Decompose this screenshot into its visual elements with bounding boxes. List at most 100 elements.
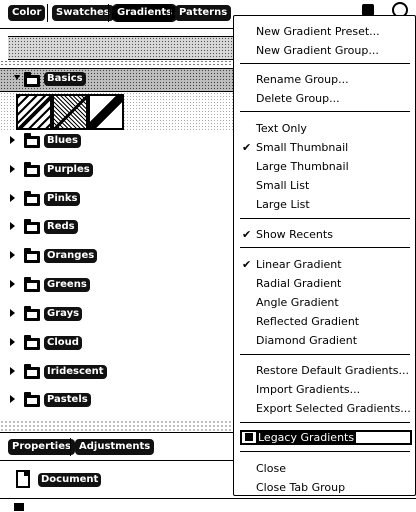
checkmark-icon: ✔ xyxy=(242,141,252,154)
checkmark-icon: ✔ xyxy=(242,258,252,271)
chevron-right-icon[interactable] xyxy=(10,280,15,288)
panel-tab-bar: Color Swatches Gradients Patterns xyxy=(0,0,240,29)
chevron-right-icon[interactable] xyxy=(10,395,15,403)
menu-item-diamond-gradient[interactable]: Diamond Gradient xyxy=(234,331,415,350)
chevron-right-icon[interactable] xyxy=(10,222,15,230)
folder-icon xyxy=(24,248,40,263)
group-row-oranges[interactable]: Oranges xyxy=(0,245,240,267)
menu-item-restore-default[interactable]: Restore Default Gradients... xyxy=(234,361,415,380)
gradient-swatch[interactable] xyxy=(16,94,52,130)
chevron-right-icon[interactable] xyxy=(10,309,15,317)
menu-item-rename-group[interactable]: Rename Group... xyxy=(234,70,415,89)
group-row-blues[interactable]: Blues xyxy=(0,130,240,152)
group-label: Purples xyxy=(44,163,93,177)
menu-item-radial-gradient[interactable]: Radial Gradient xyxy=(234,274,415,293)
group-row-pinks[interactable]: Pinks xyxy=(0,188,240,210)
menu-item-large-thumbnail[interactable]: Large Thumbnail xyxy=(234,157,415,176)
menu-item-delete-group[interactable]: Delete Group... xyxy=(234,89,415,108)
gradient-preview-strip[interactable] xyxy=(8,36,240,60)
menu-separator xyxy=(240,354,410,355)
menu-item-small-thumbnail[interactable]: ✔ Small Thumbnail xyxy=(234,138,415,157)
group-label: Oranges xyxy=(44,249,98,263)
tab-swatches[interactable]: Swatches xyxy=(52,5,114,21)
chevron-right-icon[interactable] xyxy=(10,165,15,173)
folder-icon xyxy=(24,72,40,87)
menu-item-show-recents[interactable]: ✔ Show Recents xyxy=(234,225,415,244)
group-label: Reds xyxy=(44,220,78,234)
chevron-right-icon[interactable] xyxy=(10,136,15,144)
group-label: Blues xyxy=(44,134,81,148)
group-label: Pinks xyxy=(44,192,81,206)
menu-item-linear-gradient[interactable]: ✔ Linear Gradient xyxy=(234,255,415,274)
group-label: Grays xyxy=(44,307,83,321)
group-row-cloud[interactable]: Cloud xyxy=(0,332,240,354)
menu-item-small-list[interactable]: Small List xyxy=(234,176,415,195)
chevron-right-icon[interactable] xyxy=(10,251,15,259)
folder-icon xyxy=(24,219,40,234)
folder-icon xyxy=(24,277,40,292)
folder-icon xyxy=(24,191,40,206)
group-row-reds[interactable]: Reds xyxy=(0,216,240,238)
chevron-right-icon[interactable] xyxy=(10,194,15,202)
tab-properties[interactable]: Properties xyxy=(8,439,75,455)
menu-separator xyxy=(240,111,410,112)
document-label: Document xyxy=(38,473,102,487)
tab-divider xyxy=(108,4,109,22)
folder-icon xyxy=(14,503,24,511)
tab-gradients[interactable]: Gradients xyxy=(111,4,178,22)
menu-item-large-list[interactable]: Large List xyxy=(234,195,415,214)
gradient-thumbnails xyxy=(16,94,124,130)
document-icon xyxy=(16,470,30,488)
group-label: Greens xyxy=(44,278,90,292)
group-label: Iridescent xyxy=(44,365,107,379)
group-row-purples[interactable]: Purples xyxy=(0,159,240,181)
group-row-iridescent[interactable]: Iridescent xyxy=(0,361,240,383)
tab-divider xyxy=(70,438,71,456)
folder-icon xyxy=(24,306,40,321)
chevron-down-icon[interactable] xyxy=(14,75,20,80)
menu-item-export-selected[interactable]: Export Selected Gradients... xyxy=(234,399,415,418)
tab-divider xyxy=(170,4,171,22)
folder-icon xyxy=(24,392,40,407)
divider-dots xyxy=(0,60,240,66)
tab-patterns[interactable]: Patterns xyxy=(175,5,232,21)
gradients-panel: Color Swatches Gradients Patterns Basics… xyxy=(0,0,240,511)
menu-separator xyxy=(240,247,410,248)
chevron-right-icon[interactable] xyxy=(10,338,15,346)
group-row-grays[interactable]: Grays xyxy=(0,303,240,325)
group-row-basics[interactable]: Basics xyxy=(0,68,240,92)
folder-icon xyxy=(24,364,40,379)
gradient-swatch[interactable] xyxy=(52,94,88,130)
gradients-panel-menu: New Gradient Preset... New Gradient Grou… xyxy=(233,15,416,496)
menu-separator xyxy=(240,218,410,219)
group-label: Cloud xyxy=(44,336,82,350)
menu-item-close[interactable]: Close xyxy=(234,459,415,478)
tab-divider xyxy=(47,4,48,22)
menu-item-text-only[interactable]: Text Only xyxy=(234,119,415,138)
chevron-right-icon[interactable] xyxy=(10,367,15,375)
folder-icon xyxy=(24,133,40,148)
folder-icon xyxy=(24,335,40,350)
group-row-greens[interactable]: Greens xyxy=(0,274,240,296)
menu-item-angle-gradient[interactable]: Angle Gradient xyxy=(234,293,415,312)
tab-color[interactable]: Color xyxy=(8,5,46,21)
menu-separator xyxy=(240,422,410,423)
gradient-swatch[interactable] xyxy=(88,94,124,130)
menu-item-new-gradient-group[interactable]: New Gradient Group... xyxy=(234,41,415,60)
group-label-basics: Basics xyxy=(44,72,86,86)
menu-item-import-gradients[interactable]: Import Gradients... xyxy=(234,380,415,399)
menu-item-legacy-gradients[interactable]: Legacy Gradients xyxy=(240,430,412,445)
menu-item-reflected-gradient[interactable]: Reflected Gradient xyxy=(234,312,415,331)
group-label: Pastels xyxy=(44,393,91,407)
menu-item-new-gradient-preset[interactable]: New Gradient Preset... xyxy=(234,22,415,41)
group-row-pastels[interactable]: Pastels xyxy=(0,389,240,411)
panel-footer-dots xyxy=(0,420,240,433)
properties-tab-bar: Properties Adjustments xyxy=(0,434,240,461)
bottom-panel-strip xyxy=(0,498,416,512)
tab-adjustments[interactable]: Adjustments xyxy=(75,439,155,455)
menu-separator xyxy=(240,63,410,64)
folder-icon xyxy=(24,162,40,177)
checkbox-icon xyxy=(245,433,253,441)
checkmark-icon: ✔ xyxy=(242,228,252,241)
menu-item-close-tab-group[interactable]: Close Tab Group xyxy=(234,478,415,497)
